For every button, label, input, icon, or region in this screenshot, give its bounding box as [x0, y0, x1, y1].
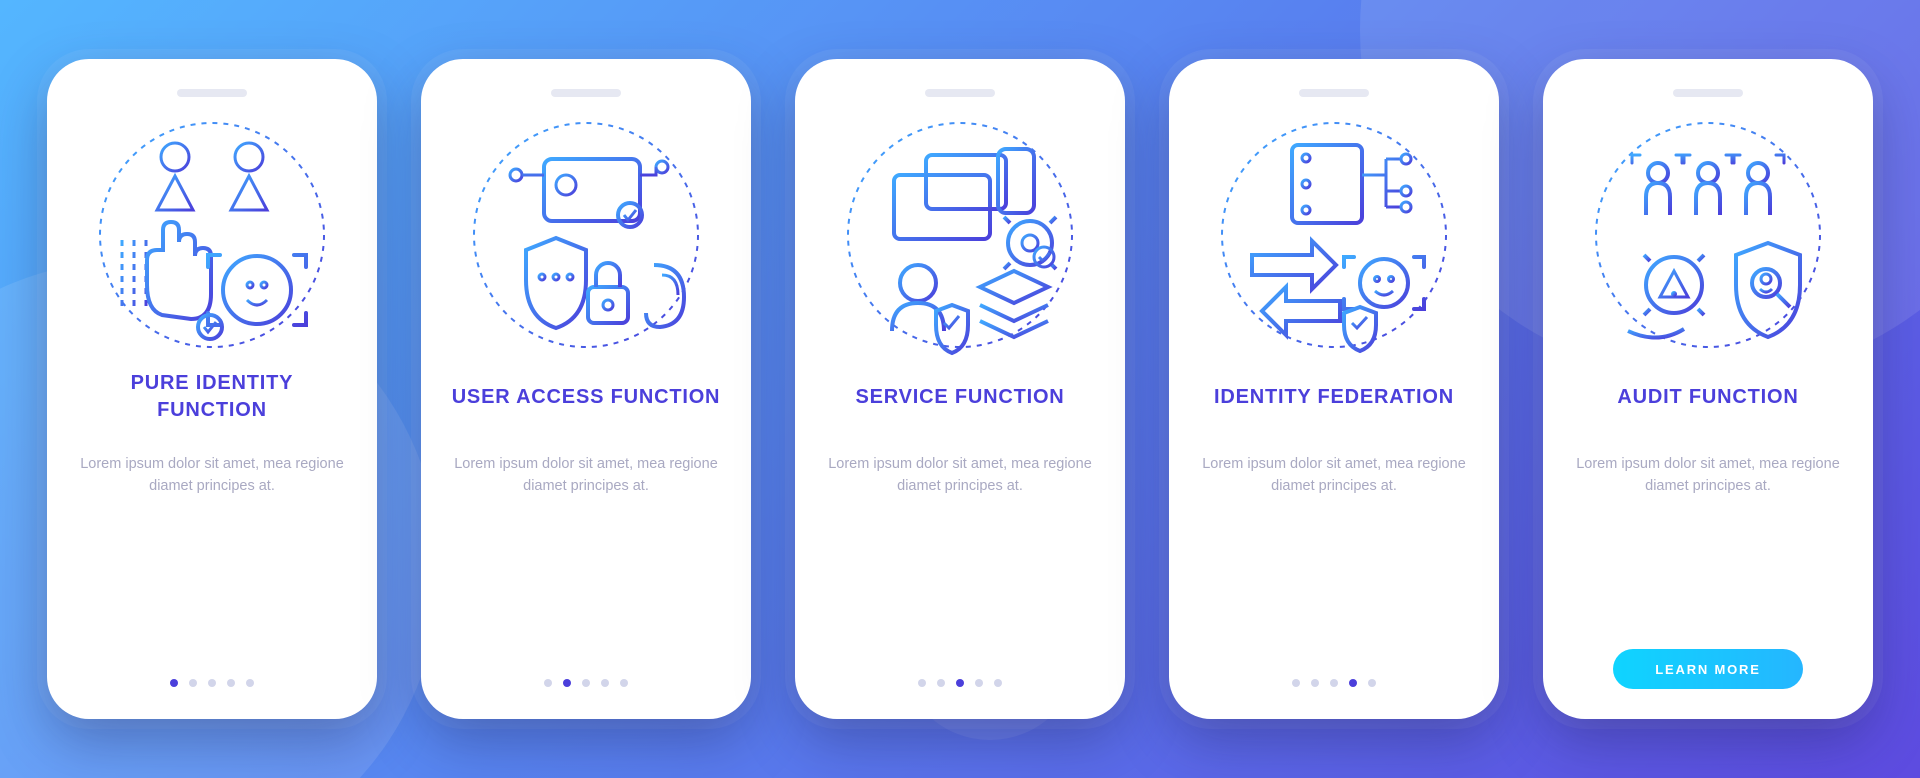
dot-2[interactable] — [1311, 679, 1319, 687]
learn-more-button[interactable]: LEARN MORE — [1613, 649, 1803, 689]
user-access-icon — [466, 115, 706, 355]
phone-screen-4: IDENTITY FEDERATION Lorem ipsum dolor si… — [1169, 59, 1499, 719]
service-function-icon — [840, 115, 1080, 355]
dot-3[interactable] — [208, 679, 216, 687]
screen-title: PURE IDENTITY FUNCTION — [73, 369, 351, 425]
screen-body: Lorem ipsum dolor sit amet, mea regione … — [1569, 453, 1847, 498]
pagination-dots[interactable] — [544, 679, 628, 687]
dot-4[interactable] — [601, 679, 609, 687]
dot-1[interactable] — [1292, 679, 1300, 687]
screen-body: Lorem ipsum dolor sit amet, mea regione … — [821, 453, 1099, 498]
dot-1[interactable] — [918, 679, 926, 687]
onboarding-stage: PURE IDENTITY FUNCTION Lorem ipsum dolor… — [0, 0, 1920, 778]
screen-title: AUDIT FUNCTION — [1617, 369, 1798, 425]
phone-screen-2: USER ACCESS FUNCTION Lorem ipsum dolor s… — [421, 59, 751, 719]
dot-4[interactable] — [1349, 679, 1357, 687]
phone-speaker — [177, 89, 247, 97]
phone-speaker — [1673, 89, 1743, 97]
dot-1[interactable] — [170, 679, 178, 687]
pagination-dots[interactable] — [918, 679, 1002, 687]
dot-4[interactable] — [227, 679, 235, 687]
screen-title: SERVICE FUNCTION — [855, 369, 1064, 425]
phone-speaker — [1299, 89, 1369, 97]
audit-function-icon — [1588, 115, 1828, 355]
screen-body: Lorem ipsum dolor sit amet, mea regione … — [1195, 453, 1473, 498]
phone-speaker — [925, 89, 995, 97]
screen-title: IDENTITY FEDERATION — [1214, 369, 1454, 425]
phone-speaker — [551, 89, 621, 97]
dot-5[interactable] — [1368, 679, 1376, 687]
phone-screen-1: PURE IDENTITY FUNCTION Lorem ipsum dolor… — [47, 59, 377, 719]
dot-5[interactable] — [994, 679, 1002, 687]
phones-row: PURE IDENTITY FUNCTION Lorem ipsum dolor… — [0, 0, 1920, 778]
dot-2[interactable] — [563, 679, 571, 687]
phone-screen-5: AUDIT FUNCTION Lorem ipsum dolor sit ame… — [1543, 59, 1873, 719]
dot-3[interactable] — [582, 679, 590, 687]
dot-2[interactable] — [189, 679, 197, 687]
pagination-dots[interactable] — [170, 679, 254, 687]
screen-body: Lorem ipsum dolor sit amet, mea regione … — [447, 453, 725, 498]
screen-title: USER ACCESS FUNCTION — [452, 369, 721, 425]
dot-2[interactable] — [937, 679, 945, 687]
dot-5[interactable] — [246, 679, 254, 687]
screen-body: Lorem ipsum dolor sit amet, mea regione … — [73, 453, 351, 498]
dot-4[interactable] — [975, 679, 983, 687]
dot-5[interactable] — [620, 679, 628, 687]
pure-identity-icon — [92, 115, 332, 355]
phone-screen-3: SERVICE FUNCTION Lorem ipsum dolor sit a… — [795, 59, 1125, 719]
dot-3[interactable] — [956, 679, 964, 687]
dot-1[interactable] — [544, 679, 552, 687]
pagination-dots[interactable] — [1292, 679, 1376, 687]
dot-3[interactable] — [1330, 679, 1338, 687]
identity-federation-icon — [1214, 115, 1454, 355]
